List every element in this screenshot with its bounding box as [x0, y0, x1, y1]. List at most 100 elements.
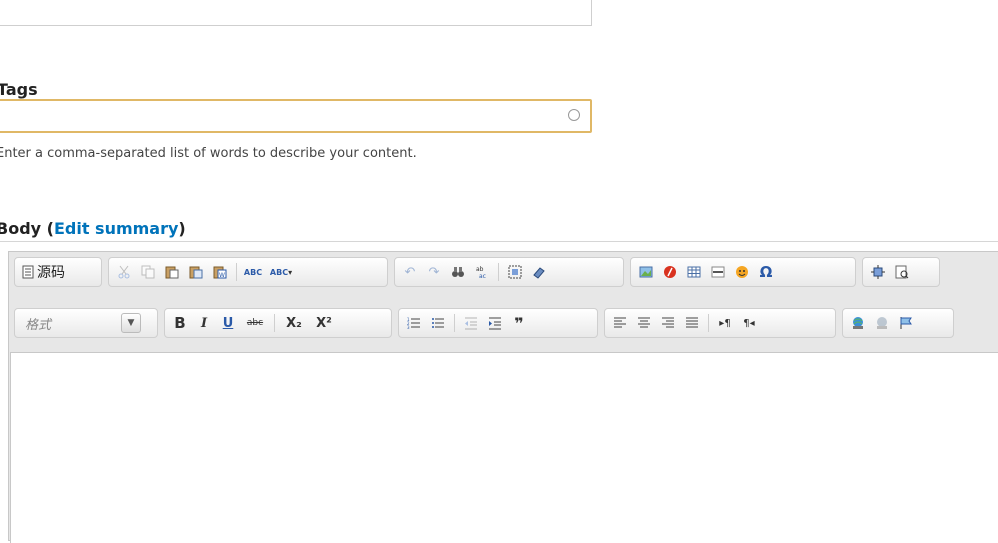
- cut-icon: [118, 265, 130, 279]
- rtl-icon: ¶◂: [743, 317, 755, 329]
- align-right-icon: [662, 317, 674, 328]
- omega-icon: Ω: [759, 263, 773, 281]
- remove-format-button[interactable]: [528, 261, 550, 283]
- numbered-list-icon: 123: [407, 317, 420, 330]
- select-all-icon: [508, 265, 522, 279]
- maximize-button[interactable]: [867, 261, 889, 283]
- scayt-button[interactable]: ABC ▾: [266, 261, 296, 283]
- underline-button[interactable]: U: [217, 312, 239, 334]
- format-dropdown[interactable]: 格式 ▼: [19, 313, 141, 333]
- preview-icon: [895, 265, 909, 279]
- ltr-icon: ▸¶: [719, 317, 731, 329]
- paste-text-icon: [189, 266, 203, 279]
- unlink-icon: [877, 317, 887, 329]
- numbered-list-button[interactable]: 123: [403, 312, 425, 334]
- italic-button[interactable]: I: [193, 312, 215, 334]
- blockquote-icon: ❞: [514, 313, 524, 333]
- paste-button[interactable]: [161, 261, 183, 283]
- body-divider: [0, 241, 998, 242]
- subscript-icon: X₂: [286, 315, 302, 331]
- source-button[interactable]: 源码: [19, 261, 67, 283]
- justify-button[interactable]: [681, 312, 703, 334]
- format-placeholder: 格式: [25, 317, 52, 333]
- svg-text:ab: ab: [476, 266, 484, 273]
- scayt-icon: ABC: [269, 267, 289, 277]
- paste-icon: [165, 266, 179, 279]
- superscript-icon: X²: [316, 315, 332, 331]
- svg-text:ac: ac: [479, 273, 486, 279]
- toolbar-group-format: 格式 ▼: [14, 308, 158, 338]
- toolbar-group-insert: Ω: [630, 257, 856, 287]
- edit-summary-link[interactable]: Edit summary: [54, 219, 178, 238]
- paste-word-button[interactable]: W: [209, 261, 231, 283]
- bulleted-list-button[interactable]: [427, 312, 449, 334]
- blockquote-button[interactable]: ❞: [508, 312, 530, 334]
- unlink-button[interactable]: [871, 312, 893, 334]
- toolbar-separator: [498, 263, 499, 281]
- replace-icon: abac: [476, 266, 486, 279]
- select-all-button[interactable]: [504, 261, 526, 283]
- bold-button[interactable]: B: [169, 312, 191, 334]
- underline-icon: U: [222, 315, 234, 331]
- find-button[interactable]: [447, 261, 469, 283]
- copy-button[interactable]: [137, 261, 159, 283]
- toolbar-separator: [708, 314, 709, 332]
- toolbar-group-tools: [862, 257, 940, 287]
- horizontal-rule-button[interactable]: [707, 261, 729, 283]
- dropdown-arrow-icon: ▼: [121, 313, 141, 333]
- tags-description: Enter a comma-separated list of words to…: [0, 146, 417, 161]
- toolbar-group-source: 源码: [14, 257, 102, 287]
- copy-icon: [141, 265, 155, 279]
- paste-text-button[interactable]: [185, 261, 207, 283]
- binoculars-icon: [452, 267, 464, 277]
- table-button[interactable]: [683, 261, 705, 283]
- superscript-button[interactable]: X²: [310, 312, 338, 334]
- ltr-button[interactable]: ▸¶: [714, 312, 736, 334]
- redo-icon: ↷: [428, 264, 440, 280]
- italic-icon: I: [200, 315, 208, 331]
- body-label: Body (Edit summary): [0, 219, 186, 238]
- rtl-button[interactable]: ¶◂: [738, 312, 760, 334]
- toolbar-group-align: ▸¶ ¶◂: [604, 308, 836, 338]
- replace-button[interactable]: ab ac: [471, 261, 493, 283]
- toolbar-group-links: [842, 308, 954, 338]
- editor-content-area[interactable]: [10, 352, 998, 543]
- spellcheck-icon: ABC: [243, 267, 263, 277]
- cut-button[interactable]: [113, 261, 135, 283]
- image-button[interactable]: [635, 261, 657, 283]
- anchor-button[interactable]: [895, 312, 917, 334]
- toolbar-group-paragraph: 123 ❞: [398, 308, 598, 338]
- show-blocks-button[interactable]: [891, 261, 913, 283]
- strike-button[interactable]: abc: [241, 312, 269, 334]
- indent-button[interactable]: [484, 312, 506, 334]
- special-char-button[interactable]: Ω: [755, 261, 777, 283]
- align-center-button[interactable]: [633, 312, 655, 334]
- table-icon: [687, 266, 701, 278]
- eraser-icon: [533, 267, 545, 279]
- toolbar-group-clipboard: W ABC ABC ▾: [108, 257, 388, 287]
- align-left-button[interactable]: [609, 312, 631, 334]
- align-left-icon: [614, 317, 626, 328]
- align-right-button[interactable]: [657, 312, 679, 334]
- redo-button[interactable]: ↷: [423, 261, 445, 283]
- link-button[interactable]: [847, 312, 869, 334]
- smiley-icon: [736, 266, 748, 278]
- link-icon: [853, 317, 863, 329]
- toolbar-separator: [454, 314, 455, 332]
- tags-input[interactable]: [0, 99, 592, 133]
- flash-icon: [664, 266, 676, 278]
- svg-text:3: 3: [407, 325, 410, 330]
- title-input-bottom[interactable]: [0, 0, 592, 26]
- toolbar-separator: [274, 314, 275, 332]
- subscript-button[interactable]: X₂: [280, 312, 308, 334]
- undo-icon: ↶: [404, 264, 416, 280]
- chevron-down-icon: ▾: [288, 267, 293, 277]
- spellcheck-button[interactable]: ABC: [242, 261, 264, 283]
- flash-button[interactable]: [659, 261, 681, 283]
- outdent-button[interactable]: [460, 312, 482, 334]
- body-label-close: ): [178, 219, 186, 238]
- smiley-button[interactable]: [731, 261, 753, 283]
- undo-button[interactable]: ↶: [399, 261, 421, 283]
- body-label-text: Body (: [0, 219, 54, 238]
- svg-text:W: W: [219, 272, 225, 279]
